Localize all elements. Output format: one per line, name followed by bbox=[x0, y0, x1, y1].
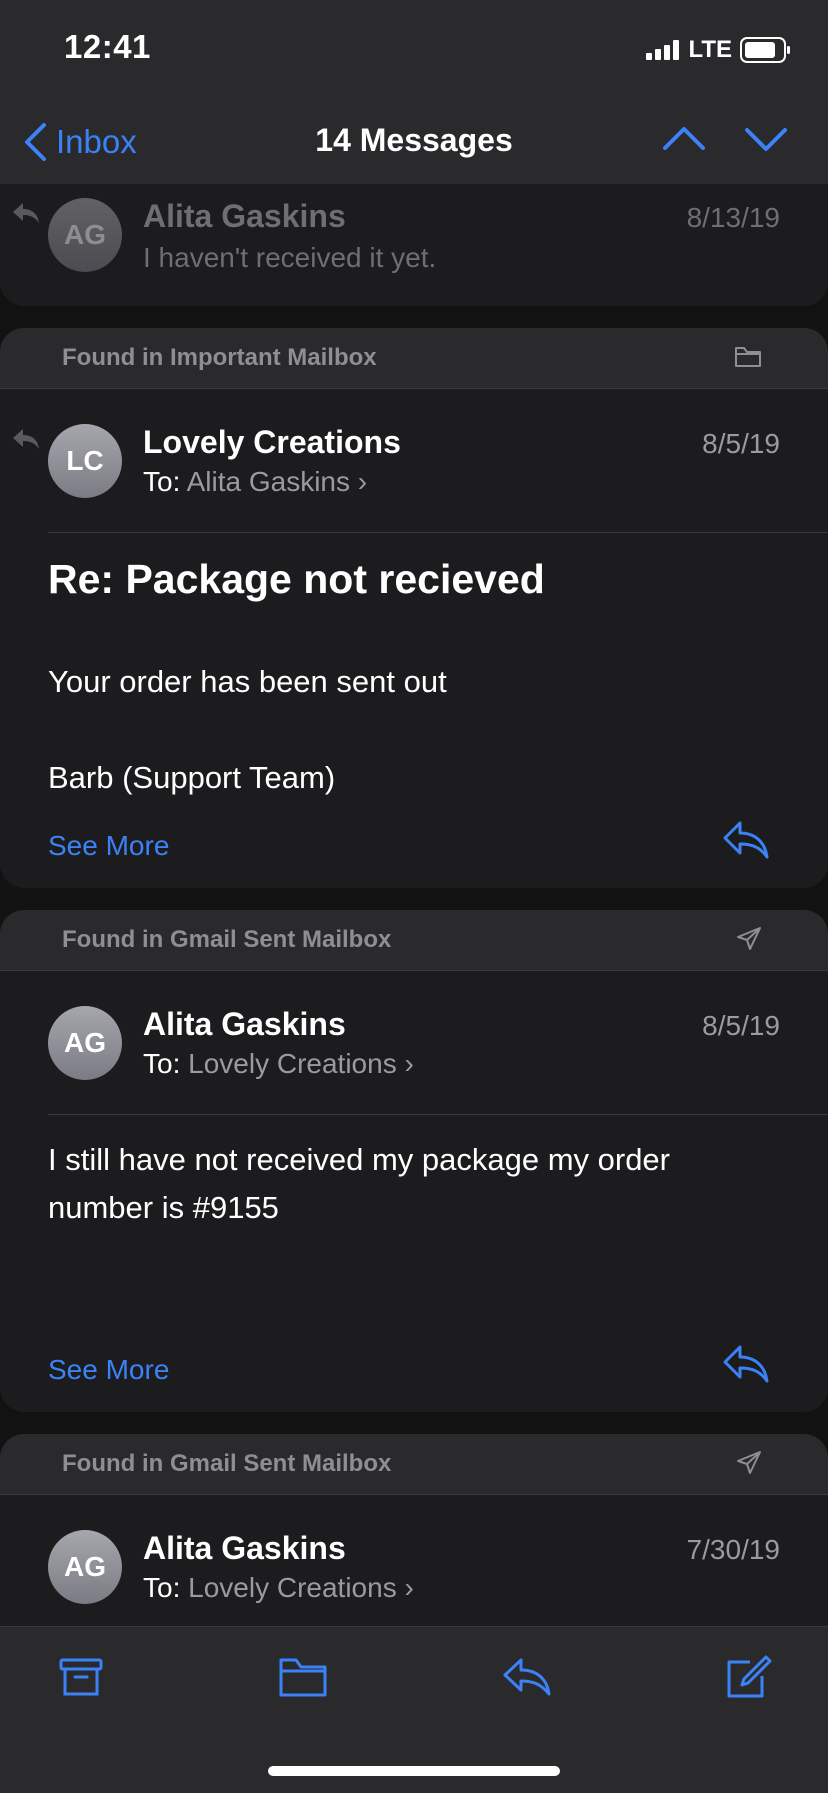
sender-name: Alita Gaskins bbox=[143, 1530, 346, 1566]
move-to-folder-button[interactable] bbox=[278, 1654, 328, 1700]
status-indicators: LTE bbox=[646, 36, 792, 64]
home-indicator[interactable] bbox=[268, 1766, 560, 1776]
avatar: LC bbox=[48, 424, 122, 498]
message-subject: Re: Package not recieved bbox=[48, 556, 545, 602]
mailbox-label: Found in Important Mailbox bbox=[62, 344, 377, 371]
sender-name: Alita Gaskins bbox=[143, 198, 346, 234]
archive-icon bbox=[58, 1654, 104, 1700]
message-date: 8/13/19 bbox=[686, 202, 780, 233]
message-date: 7/30/19 bbox=[686, 1534, 780, 1565]
recipient-line[interactable]: To: Lovely Creations › bbox=[143, 1048, 414, 1080]
recipient-line[interactable]: To: Alita Gaskins › bbox=[143, 466, 367, 498]
see-more-link[interactable]: See More bbox=[48, 1354, 169, 1386]
mailbox-header: Found in Gmail Sent Mailbox bbox=[0, 910, 828, 971]
archive-button[interactable] bbox=[58, 1654, 104, 1700]
recipient-name: Lovely Creations bbox=[188, 1048, 397, 1079]
to-label: To: bbox=[143, 466, 181, 497]
message-date: 8/5/19 bbox=[702, 428, 780, 459]
mailbox-header: Found in Important Mailbox bbox=[0, 328, 828, 389]
message-card[interactable]: Found in Gmail Sent Mailbox AG Alita Gas… bbox=[0, 910, 828, 1412]
to-label: To: bbox=[143, 1048, 181, 1079]
divider bbox=[48, 532, 828, 533]
chevron-right-icon: › bbox=[357, 466, 368, 497]
reply-icon bbox=[722, 820, 770, 860]
sent-icon bbox=[736, 926, 762, 952]
sender-name: Alita Gaskins bbox=[143, 1006, 346, 1042]
reply-toolbar-button[interactable] bbox=[502, 1654, 552, 1700]
replied-icon bbox=[12, 428, 40, 450]
next-message-button[interactable] bbox=[744, 122, 788, 156]
message-body: I still have not received my package my … bbox=[48, 1142, 670, 1225]
mailbox-label: Found in Gmail Sent Mailbox bbox=[62, 926, 392, 953]
message-preview: I haven't received it yet. bbox=[143, 242, 437, 273]
see-more-link[interactable]: See More bbox=[48, 830, 169, 862]
status-time: 12:41 bbox=[64, 28, 151, 65]
divider bbox=[48, 1114, 828, 1115]
previous-message-button[interactable] bbox=[662, 122, 706, 156]
recipient-name: Alita Gaskins bbox=[186, 466, 350, 497]
folder-icon bbox=[278, 1654, 328, 1700]
sent-icon bbox=[736, 1450, 762, 1476]
to-label: To: bbox=[143, 1572, 181, 1603]
reply-icon bbox=[502, 1654, 552, 1700]
network-type: LTE bbox=[688, 36, 732, 63]
message-date: 8/5/19 bbox=[702, 1010, 780, 1041]
collapsed-message[interactable]: AG Alita Gaskins 8/13/19 I haven't recei… bbox=[0, 184, 828, 306]
recipient-line[interactable]: To: Lovely Creations › bbox=[143, 1572, 414, 1604]
avatar: AG bbox=[48, 1530, 122, 1604]
avatar: AG bbox=[48, 198, 122, 272]
folder-icon bbox=[734, 346, 762, 368]
battery-icon bbox=[740, 37, 792, 63]
message-body-line: Barb (Support Team) bbox=[48, 760, 336, 795]
sender-name: Lovely Creations bbox=[143, 424, 401, 460]
avatar: AG bbox=[48, 1006, 122, 1080]
chevron-down-icon bbox=[744, 122, 788, 156]
chevron-right-icon: › bbox=[404, 1572, 414, 1603]
recipient-name: Lovely Creations bbox=[188, 1572, 397, 1603]
chevron-up-icon bbox=[662, 122, 706, 156]
reply-icon bbox=[722, 1344, 770, 1384]
signal-icon bbox=[646, 40, 680, 60]
mailbox-header: Found in Gmail Sent Mailbox bbox=[0, 1434, 828, 1495]
reply-button[interactable] bbox=[722, 820, 770, 860]
chevron-right-icon: › bbox=[404, 1048, 414, 1079]
compose-icon bbox=[724, 1654, 772, 1700]
replied-icon bbox=[12, 202, 40, 224]
compose-button[interactable] bbox=[724, 1654, 772, 1700]
message-card[interactable]: Found in Important Mailbox LC Lovely Cre… bbox=[0, 328, 828, 888]
message-body-line: Your order has been sent out bbox=[48, 664, 447, 699]
mailbox-label: Found in Gmail Sent Mailbox bbox=[62, 1450, 392, 1477]
reply-button[interactable] bbox=[722, 1344, 770, 1384]
